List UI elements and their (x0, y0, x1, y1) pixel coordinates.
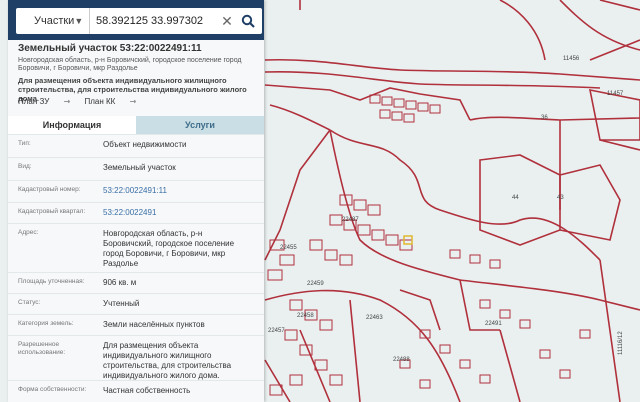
map-label-11457: 11457 (607, 91, 624, 97)
info-row-permitted-use: Разрешенное использование: Для размещени… (8, 335, 264, 380)
search-box: Участки ▼ ✕ (16, 8, 262, 34)
search-icon[interactable] (236, 14, 260, 28)
info-row-ownership: Форма собственности: Частная собственнос… (8, 380, 264, 401)
map-label-22463: 22463 (366, 315, 383, 321)
map-label-22458: 22458 (297, 313, 314, 319)
map-label-22487: 22487 (342, 217, 359, 223)
parcel-address: Новгородская область, р-н Боровичский, г… (18, 57, 242, 72)
map-label-36: 36 (541, 115, 548, 121)
info-row-kind: Вид: Земельный участок (8, 157, 264, 180)
search-type-label: Участки (34, 15, 75, 27)
map-label-43: 43 (557, 195, 564, 201)
map-label-22457: 22457 (268, 328, 285, 334)
tab-info[interactable]: Информация (8, 116, 136, 134)
plan-kk-link[interactable]: План КК ⇾ (85, 97, 137, 106)
info-row-address: Адрес: Новгородская область, р-н Борович… (8, 223, 264, 272)
search-type-select[interactable]: Участки ▼ (16, 8, 90, 34)
info-table: Тип: Объект недвижимости Вид: Земельный … (8, 134, 264, 401)
info-row-type: Тип: Объект недвижимости (8, 134, 264, 157)
cadastral-number-link[interactable]: 53:22:0022491:11 (103, 186, 253, 196)
parcel-title: Земельный участок 53:22:0022491:11 (18, 43, 202, 54)
map-label-22488: 22488 (393, 357, 410, 363)
info-row-land-category: Категория земель: Земли населённых пункт… (8, 314, 264, 335)
info-row-cadastral-number: Кадастровый номер: 53:22:0022491:11 (8, 180, 264, 202)
search-bar: Участки ▼ ✕ (8, 0, 264, 40)
tab-services[interactable]: Услуги (136, 116, 264, 134)
info-row-cadastral-quarter: Кадастровый квартал: 53:22:0022491 (8, 202, 264, 223)
plan-zu-link[interactable]: План ЗУ ⇾ (18, 97, 70, 106)
map-label-11116-12: 11116/12 (618, 331, 624, 355)
info-panel: Участки ▼ ✕ Земельный участок 53:22:0022… (8, 0, 264, 402)
map-label-22455: 22455 (280, 245, 297, 251)
chevron-down-icon: ▼ (74, 16, 84, 26)
cadastral-quarter-link[interactable]: 53:22:0022491 (103, 208, 253, 218)
plan-links: План ЗУ ⇾ План КК ⇾ (18, 97, 148, 106)
info-row-area: Площадь уточненная: 906 кв. м (8, 272, 264, 293)
tab-bar: Информация Услуги (8, 116, 264, 134)
close-icon[interactable]: ✕ (218, 13, 236, 30)
info-row-status: Статус: Учтенный (8, 293, 264, 314)
map-label-22491: 22491 (485, 321, 502, 327)
map-label-44: 44 (512, 195, 519, 201)
map-label-11456: 11456 (563, 56, 580, 62)
search-input[interactable] (90, 14, 218, 28)
map-label-22459: 22459 (307, 281, 324, 287)
